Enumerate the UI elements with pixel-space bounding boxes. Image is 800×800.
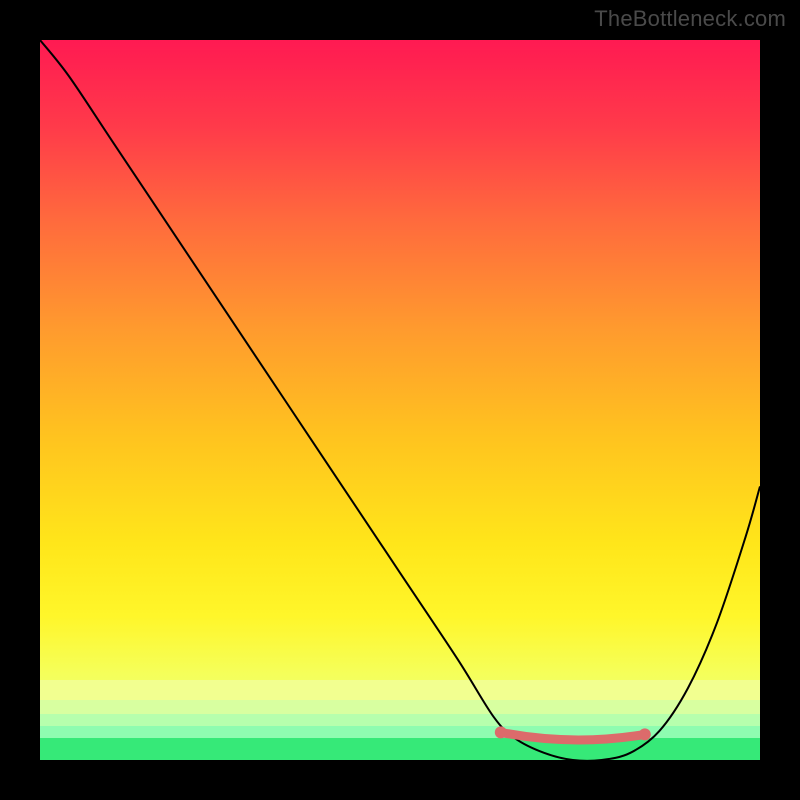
chart-frame: TheBottleneck.com	[0, 0, 800, 800]
curve-svg	[40, 40, 760, 760]
optimal-range-start-dot	[495, 726, 507, 738]
watermark-text: TheBottleneck.com	[594, 6, 786, 32]
plot-area	[40, 40, 760, 760]
bottleneck-curve	[40, 40, 760, 760]
optimal-range-line	[501, 732, 645, 740]
optimal-range-end-dot	[639, 728, 651, 740]
